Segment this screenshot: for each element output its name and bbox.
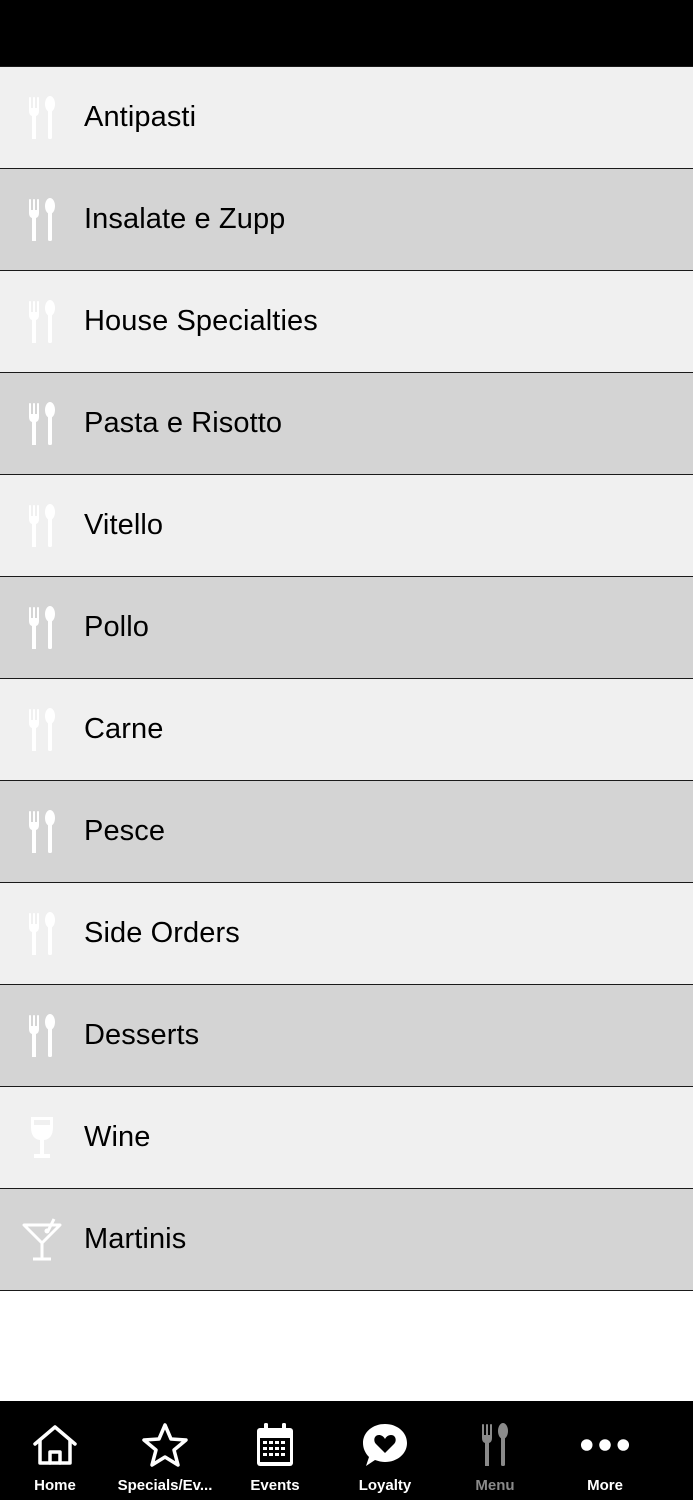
fork-spoon-icon [22,502,62,550]
fork-spoon-icon [22,94,62,142]
fork-spoon-icon [470,1421,520,1469]
tab-events-label: Events [250,1477,300,1494]
menu-item-label: Pesce [84,815,166,847]
menu-item-antipasti[interactable]: Antipasti [0,66,693,169]
wine-glass-icon [22,1114,62,1162]
menu-item-label: Wine [84,1121,151,1153]
menu-item-label: Side Orders [84,917,240,949]
menu-item-wine[interactable]: Wine [0,1087,693,1189]
tab-events[interactable]: Events [220,1401,330,1500]
status-bar [0,0,693,66]
tab-home-label: Home [34,1477,76,1494]
menu-item-side-orders[interactable]: Side Orders [0,883,693,985]
menu-item-house-specialties[interactable]: House Specialties [0,271,693,373]
menu-item-pesce[interactable]: Pesce [0,781,693,883]
menu-item-label: Pasta e Risotto [84,407,283,439]
menu-item-label: Vitello [84,509,164,541]
menu-item-pasta-e-risotto[interactable]: Pasta e Risotto [0,373,693,475]
star-icon [140,1421,190,1469]
bottom-tab-bar: Home Specials/Ev... Events Loyalty Menu … [0,1401,693,1500]
menu-item-vitello[interactable]: Vitello [0,475,693,577]
menu-item-label: Carne [84,713,164,745]
menu-item-carne[interactable]: Carne [0,679,693,781]
fork-spoon-icon [22,196,62,244]
fork-spoon-icon [22,910,62,958]
menu-item-label: Antipasti [84,101,197,133]
menu-item-martinis[interactable]: Martinis [0,1189,693,1291]
calendar-icon [250,1421,300,1469]
tab-specials-events-label: Specials/Ev... [117,1477,213,1494]
menu-item-pollo[interactable]: Pollo [0,577,693,679]
martini-glass-icon [22,1216,62,1264]
tab-home[interactable]: Home [0,1401,110,1500]
fork-spoon-icon [22,1012,62,1060]
tab-menu-label: Menu [475,1477,515,1494]
menu-item-label: Martinis [84,1223,187,1255]
fork-spoon-icon [22,604,62,652]
heart-bubble-icon [360,1421,410,1469]
tab-loyalty-label: Loyalty [358,1477,412,1494]
menu-item-insalate-e-zupp[interactable]: Insalate e Zupp [0,169,693,271]
menu-item-label: Pollo [84,611,149,643]
menu-item-label: Insalate e Zupp [84,203,286,235]
tab-specials-events[interactable]: Specials/Ev... [110,1401,220,1500]
tab-more-label: More [587,1477,623,1494]
tab-loyalty[interactable]: Loyalty [330,1401,440,1500]
fork-spoon-icon [22,298,62,346]
fork-spoon-icon [22,808,62,856]
menu-item-label: House Specialties [84,305,318,337]
fork-spoon-icon [22,400,62,448]
menu-category-list: Antipasti Insalate e Zupp House Specialt… [0,66,693,1291]
home-icon [30,1421,80,1469]
tab-menu[interactable]: Menu [440,1401,550,1500]
more-dots-icon [580,1421,630,1469]
menu-item-label: Desserts [84,1019,200,1051]
menu-item-desserts[interactable]: Desserts [0,985,693,1087]
tab-more[interactable]: More [550,1401,660,1500]
fork-spoon-icon [22,706,62,754]
